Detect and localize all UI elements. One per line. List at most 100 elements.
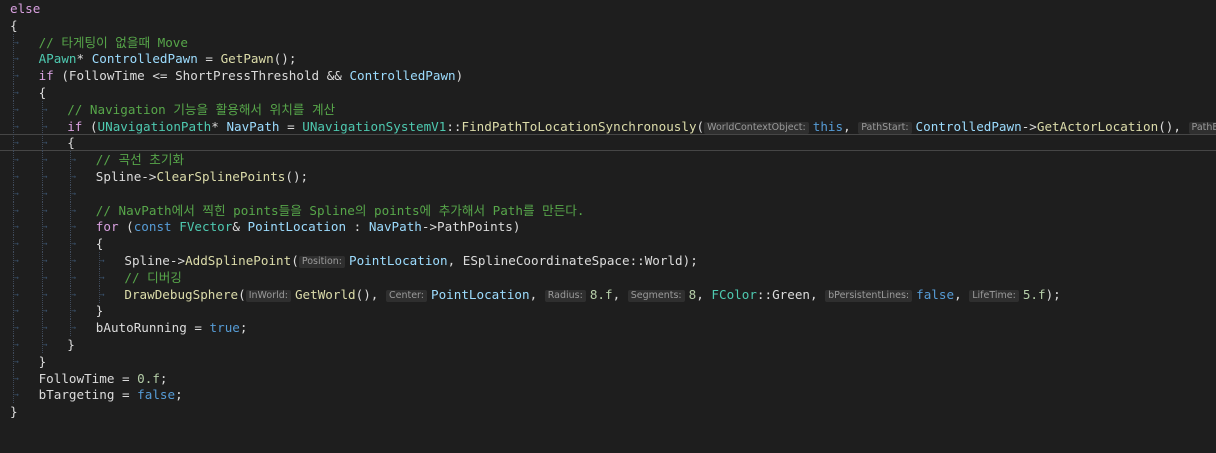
code-token: PointLocation xyxy=(247,219,347,235)
code-token: ::Green, xyxy=(756,286,826,302)
code-line[interactable]: → // 타게팅이 없을때 Move xyxy=(0,33,1216,51)
code-token: // 타게팅이 없을때 Move xyxy=(38,34,188,50)
indent-guide-arrow-icon: → xyxy=(14,88,19,97)
indent-guide-arrow-icon: → xyxy=(42,222,48,232)
code-line[interactable]: → → → → DrawDebugSphere(InWorld: GetWorld(), … xyxy=(0,285,1216,303)
code-token: (), xyxy=(355,286,386,302)
code-text: APawn* ControlledPawn = GetPawn(); xyxy=(39,50,297,67)
code-token: // Navigation 기능을 활용해서 위치를 계산 xyxy=(67,101,336,117)
code-line[interactable]: → bTargeting = false; xyxy=(0,386,1216,404)
code-text: for (const FVector& PointLocation : NavP… xyxy=(96,218,521,235)
indent-guide-arrow-icon: → xyxy=(14,155,19,165)
code-token: , xyxy=(529,286,545,302)
code-token: DrawDebugSphere xyxy=(124,286,239,302)
indent-guide-arrow-icon: → xyxy=(71,172,77,181)
code-token: } xyxy=(10,404,18,420)
indent-guide-arrow-icon: → xyxy=(14,104,19,114)
code-line[interactable]: → → → Spline->ClearSplinePoints(); xyxy=(0,168,1216,185)
code-text: // NavPath에서 찍힌 points들을 Spline의 points에… xyxy=(96,202,585,219)
code-token: ControlledPawn xyxy=(349,68,456,84)
code-token: & xyxy=(232,219,248,235)
code-line[interactable]: → → → // NavPath에서 찍힌 points들을 Spline의 poin… xyxy=(0,201,1216,219)
code-token: ->PathPoints) xyxy=(421,219,521,235)
code-token: , xyxy=(843,118,859,134)
code-text: { xyxy=(10,17,18,34)
indent-guide-arrow-icon: → xyxy=(99,289,105,299)
code-token: (FollowTime <= ShortPressThreshold && xyxy=(53,68,350,84)
code-token: ( xyxy=(696,118,705,134)
code-token: ; xyxy=(159,370,168,386)
code-line[interactable]: → → → bAutoRunning = true; xyxy=(0,319,1216,337)
code-token: 8.f xyxy=(589,286,613,302)
indent-guide-arrow-icon: → xyxy=(14,340,19,349)
code-line[interactable]: →{ xyxy=(0,84,1216,101)
code-line[interactable]: → → if (UNavigationPath* NavPath = UNaviga… xyxy=(0,117,1216,135)
indent-guide-arrow-icon: → xyxy=(14,71,19,81)
code-line[interactable]: → → → // 곡선 초기화 xyxy=(0,151,1216,169)
indent-guide-arrow-icon: → xyxy=(14,188,19,198)
indent-guide-arrow-icon: → xyxy=(42,239,48,249)
code-text: } xyxy=(39,353,47,370)
code-editor[interactable]: else{→// 타게팅이 없을때 Move → APawn* Controlled… xyxy=(0,0,1216,453)
code-text: DrawDebugSphere(InWorld: GetWorld(), Cent… xyxy=(124,286,1061,303)
indent-guide-arrow-icon: → xyxy=(71,323,77,333)
indent-guide-arrow-icon: → xyxy=(14,373,19,383)
code-line[interactable]: else xyxy=(0,0,1216,17)
code-text: // 타게팅이 없을때 Move xyxy=(39,34,188,51)
code-line[interactable]: → → { xyxy=(0,134,1216,152)
code-token: } xyxy=(95,303,104,319)
code-line[interactable]: → APawn* ControlledPawn = GetPawn(); xyxy=(0,50,1216,68)
code-line[interactable]: → if (FollowTime <= ShortPressThreshold &… xyxy=(0,67,1216,85)
indent-guide-arrow-icon: → xyxy=(42,121,48,131)
code-line[interactable]: → → →} xyxy=(0,302,1216,320)
code-line[interactable]: → → → xyxy=(0,184,1216,202)
code-line[interactable]: { xyxy=(0,17,1216,34)
code-token: ( xyxy=(118,219,134,235)
code-token: -> xyxy=(1021,118,1037,134)
code-token: * xyxy=(76,51,92,67)
code-token: APawn xyxy=(38,51,77,67)
indent-guide-arrow-icon: → xyxy=(14,323,19,333)
code-token: , xyxy=(954,286,970,302)
code-token: Spline xyxy=(124,253,170,268)
code-line[interactable]: → → // Navigation 기능을 활용해서 위치를 계산 xyxy=(0,100,1216,118)
code-token: FindPathToLocationSynchronously xyxy=(461,118,697,134)
code-token: ( xyxy=(291,253,299,268)
code-line[interactable]: → →} xyxy=(0,336,1216,353)
code-token: // NavPath에서 찍힌 points들을 Spline의 points에… xyxy=(95,202,585,218)
code-token: (); xyxy=(285,169,309,184)
code-token: { xyxy=(38,85,47,100)
code-text: } xyxy=(10,403,18,420)
code-line[interactable]: → FollowTime = 0.f; xyxy=(0,369,1216,387)
code-text: FollowTime = 0.f; xyxy=(39,370,168,387)
indent-guide-arrow-icon: → xyxy=(42,155,48,165)
code-token: false xyxy=(137,387,176,403)
code-token: GetActorLocation xyxy=(1036,118,1159,134)
code-line[interactable]: } xyxy=(0,403,1216,420)
code-token: bAutoRunning = xyxy=(95,320,210,336)
code-line[interactable]: → → → → // 디버깅 xyxy=(0,268,1216,286)
indent-guide-arrow-icon: → xyxy=(71,155,77,165)
code-token: NavPath xyxy=(368,219,422,235)
indent-guide-arrow-icon: → xyxy=(14,121,19,131)
code-line[interactable]: → → → { xyxy=(0,235,1216,253)
code-token: ( xyxy=(82,118,98,134)
code-token: FColor xyxy=(711,286,757,302)
code-token: FVector xyxy=(179,219,233,235)
code-token: ControlledPawn xyxy=(91,51,198,67)
code-line[interactable]: →} xyxy=(0,352,1216,370)
code-token: { xyxy=(67,135,75,151)
code-token: UNavigationPath xyxy=(97,118,212,134)
code-token: GetPawn xyxy=(220,51,274,67)
indent-guide-arrow-icon: → xyxy=(42,188,48,198)
parameter-hint: Segments: xyxy=(627,289,685,302)
indent-guide-arrow-icon: → xyxy=(42,104,48,114)
code-line[interactable]: → → → → Spline->AddSplinePoint(Position: Poin… xyxy=(0,252,1216,269)
code-line[interactable]: → → → for (const FVector& PointLocation : N… xyxy=(0,218,1216,236)
indent-guide-arrow-icon: → xyxy=(14,172,19,181)
indent-guide-arrow-icon: → xyxy=(14,306,19,316)
code-token: } xyxy=(38,353,47,369)
code-token: : xyxy=(346,219,369,235)
parameter-hint: Position: xyxy=(298,256,346,268)
code-text: Spline->ClearSplinePoints(); xyxy=(96,168,308,185)
